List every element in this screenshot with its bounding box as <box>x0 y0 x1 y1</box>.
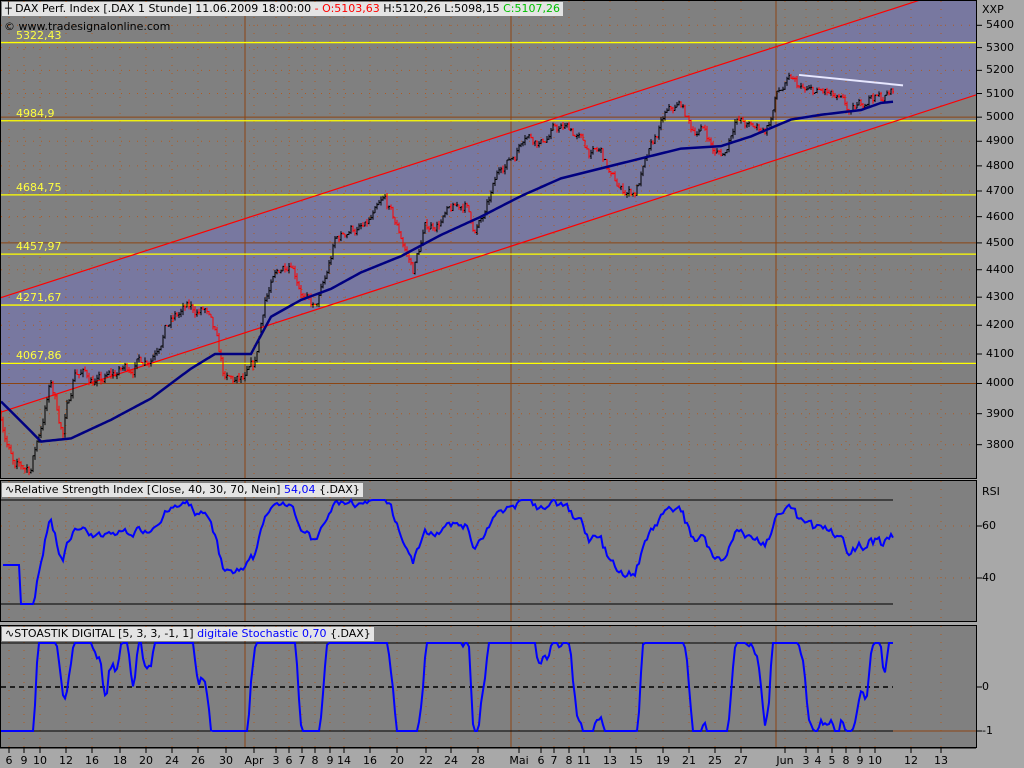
date-tick: 12 <box>904 754 918 767</box>
date-tick: 3 <box>802 754 810 767</box>
date-tick: 3 <box>272 754 280 767</box>
price-tick: 4000 <box>986 376 1014 390</box>
date-tick: 25 <box>708 754 722 767</box>
date-tick: 19 <box>656 754 670 767</box>
indicator-icon: ∿ <box>5 627 15 640</box>
separator: - <box>314 2 319 15</box>
level-label: 4271,67 <box>16 291 62 305</box>
date-tick: 20 <box>390 754 404 767</box>
price-tick: 5100 <box>986 86 1014 100</box>
level-label: 4457,97 <box>16 240 62 254</box>
date-tick: 11 <box>577 754 591 767</box>
date-tick: 10 <box>33 754 47 767</box>
date-tick: 6 <box>5 754 13 767</box>
date-tick: 30 <box>219 754 233 767</box>
rsi-panel <box>0 480 977 622</box>
price-tick: 4200 <box>986 318 1014 332</box>
stoch-value: digitale Stochastic 0,70 <box>197 627 327 640</box>
crosshair-icon: ┼ <box>5 2 12 15</box>
rsi-header: ∿Relative Strength Index [Close, 40, 30,… <box>2 483 363 497</box>
bar-datetime: 11.06.2009 18:00:00 <box>195 2 312 15</box>
date-tick: 28 <box>471 754 485 767</box>
date-tick: 7 <box>550 754 558 767</box>
date-tick: 22 <box>419 754 433 767</box>
rsi-tick: 40 <box>982 571 996 584</box>
date-tick: 4 <box>814 754 822 767</box>
date-tick: 18 <box>113 754 127 767</box>
stoch-tick: -1 <box>982 724 993 737</box>
date-tick: 10 <box>868 754 882 767</box>
date-tick: 13 <box>603 754 617 767</box>
date-tick: 21 <box>682 754 696 767</box>
rsi-value: 54,04 <box>283 483 316 496</box>
stoch-header: ∿STOASTIK DIGITAL [5, 3, 3, -1, 1] digit… <box>2 627 374 641</box>
date-tick: 8 <box>842 754 850 767</box>
price-tick: 4400 <box>986 262 1014 276</box>
date-tick: Mai <box>509 754 529 767</box>
date-tick: 14 <box>337 754 351 767</box>
chart-title: DAX Perf. Index [.DAX 1 Stunde] <box>15 2 192 15</box>
date-tick: 9 <box>20 754 28 767</box>
date-tick: 15 <box>629 754 643 767</box>
date-tick: 26 <box>191 754 205 767</box>
date-tick: 24 <box>444 754 458 767</box>
stoch-label: STOASTIK DIGITAL [5, 3, 3, -1, 1] <box>14 627 194 640</box>
open-value: O:5103,63 <box>322 2 380 15</box>
date-tick: 6 <box>285 754 293 767</box>
level-label: 5322,43 <box>16 28 62 42</box>
price-tick: 4900 <box>986 134 1014 148</box>
price-tick: 4600 <box>986 209 1014 223</box>
date-tick: 9 <box>326 754 334 767</box>
price-tick: 5300 <box>986 40 1014 54</box>
price-tick: 4800 <box>986 158 1014 172</box>
price-tick: 4300 <box>986 290 1014 304</box>
close-value: C:5107,26 <box>503 2 560 15</box>
chart-canvas[interactable] <box>0 0 1024 768</box>
date-tick: 13 <box>934 754 948 767</box>
date-tick: 8 <box>311 754 319 767</box>
stoch-tick: 0 <box>982 680 989 693</box>
date-tick: 12 <box>59 754 73 767</box>
high-value: H:5120,26 <box>383 2 441 15</box>
date-tick: 5 <box>828 754 836 767</box>
price-tick: 4100 <box>986 347 1014 360</box>
price-header: ┼ DAX Perf. Index [.DAX 1 Stunde] 11.06.… <box>2 2 563 16</box>
date-tick: Apr <box>244 754 264 767</box>
date-tick: Jun <box>776 754 794 767</box>
price-tick: 3800 <box>986 437 1014 451</box>
date-tick: 9 <box>856 754 864 767</box>
date-tick: 16 <box>85 754 99 767</box>
indicator-icon: ∿ <box>5 483 15 496</box>
date-tick: 20 <box>139 754 153 767</box>
date-tick: 7 <box>298 754 306 767</box>
level-label: 4984,9 <box>16 106 55 120</box>
low-value: L:5098,15 <box>444 2 500 15</box>
date-tick: 16 <box>363 754 377 767</box>
price-tick: 4500 <box>986 235 1014 249</box>
date-tick: 27 <box>734 754 748 767</box>
date-tick: 6 <box>537 754 545 767</box>
rsi-symbol: {.DAX} <box>318 483 360 496</box>
stoch-symbol: {.DAX} <box>329 627 371 640</box>
rsi-label: Relative Strength Index [Close, 40, 30, … <box>14 483 281 496</box>
rsi-tick: 60 <box>982 519 996 532</box>
date-tick: 8 <box>565 754 573 767</box>
price-tick: 3900 <box>986 406 1014 420</box>
rsi-axis-title: RSI <box>982 485 1000 498</box>
date-tick: 24 <box>165 754 179 767</box>
price-tick: 5200 <box>986 63 1014 77</box>
level-label: 4067,86 <box>16 349 62 363</box>
level-label: 4684,75 <box>16 180 62 194</box>
price-tick: 4700 <box>986 184 1014 197</box>
price-tick: 5000 <box>986 110 1014 124</box>
price-axis-title: XXP <box>982 3 1004 16</box>
price-tick: 5400 <box>986 18 1014 32</box>
